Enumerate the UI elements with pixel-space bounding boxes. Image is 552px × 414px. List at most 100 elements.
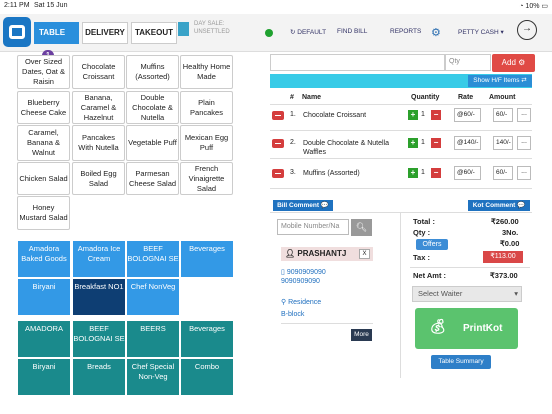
menu-item[interactable]: Double Chocolate & Nutella [126,91,179,124]
tab-takeout[interactable]: TAKEOUT [131,22,177,44]
minus-icon[interactable]: − [431,168,441,178]
row-number: 3. [290,169,296,176]
category-item[interactable]: Breads [72,358,126,396]
bill-comment-label: Bill Comment [277,202,319,209]
logout-icon[interactable]: → [517,20,537,40]
category-item[interactable]: AMADORA [17,320,71,358]
add-button[interactable]: Add ⚙ [492,54,535,72]
app-logo-icon[interactable] [3,17,31,47]
tax-label: Tax : [413,253,430,262]
tab-table[interactable]: TABLE1 [34,22,79,61]
delete-row-button[interactable] [272,169,284,178]
row-qty: 1 [421,169,425,176]
category-item[interactable]: Combo [180,358,234,396]
row-options-button[interactable]: ... [517,108,531,122]
subcategory-item[interactable]: BEEF BOLOGNAI SE [126,240,180,278]
printkot-button[interactable]: 💰︎ PrintKot [415,308,518,349]
mobile-input[interactable]: Mobile Number/Na [277,219,349,235]
row-item-name: Chocolate Croissant [303,112,367,119]
menu-item[interactable]: Honey Mustard Salad [17,196,70,230]
menu-item[interactable]: Over Sized Dates, Oat & Raisin [17,55,70,89]
category-item[interactable]: BEERS [126,320,180,358]
menu-item[interactable]: Boiled Egg Salad [72,162,125,195]
category-item[interactable]: Chef Special Non-Veg [126,358,180,396]
address-type: ⚲ Residence [281,298,321,306]
qty-input[interactable]: Qty [445,54,491,71]
subcategory-item[interactable]: Beverages [180,240,234,278]
category-item[interactable]: Beverages [180,320,234,358]
row-amount: 140/- [493,136,513,150]
status-time: 2:11 PM [4,2,30,9]
row-amount: 60/- [493,108,513,122]
show-hf-items-button[interactable]: Show H/F Items ⇄ [468,75,532,87]
subcategory-item[interactable]: Chef NonVeg [126,278,180,316]
add-button-label: Add [501,58,516,67]
col-amount: Amount [489,94,516,101]
row-amount: 60/- [493,166,513,180]
menu-item[interactable]: Healthy Home Made [180,55,233,89]
menu-item[interactable]: Vegetable Puff [126,125,179,161]
find-bill-link[interactable]: FIND BILL [337,28,367,35]
menu-item[interactable]: Caramel, Banana & Walnut [17,125,70,161]
subcategory-item[interactable]: Amadora Ice Cream [72,240,126,278]
offers-button[interactable]: Offers [416,239,448,250]
customer-name: PRASHANTJ [297,249,347,258]
total-label: Total : [413,217,435,226]
item-search-input[interactable] [270,54,445,71]
menu-item[interactable]: Banana, Caramel & Hazelnut [72,91,125,124]
petty-cash-dropdown[interactable]: PETTY CASH ▾ [458,28,504,36]
tab-delivery[interactable]: DELIVERY [82,22,128,44]
tax-value[interactable]: ₹113.00 [483,251,523,263]
menu-item[interactable]: Chocolate Croissant [72,55,125,89]
offers-value: ₹0.00 [500,239,520,248]
waiter-placeholder: Select Waiter [418,289,463,298]
menu-item[interactable]: Blueberry Cheese Cake [17,91,70,124]
bill-comment-button[interactable]: Bill Comment 💬 [273,200,333,211]
minus-icon[interactable]: − [431,110,441,120]
row-number: 2. [290,139,296,146]
gear-icon: ⚙ [518,58,526,67]
subcategory-item[interactable]: Breakfast NO1 [72,278,126,316]
more-button[interactable]: More [351,329,372,341]
default-link[interactable]: ↻ DEFAULT [290,28,326,36]
menu-item[interactable]: Mexican Egg Puff [180,125,233,161]
minus-icon[interactable]: − [431,138,441,148]
show-hf-label: Show H/F Items [473,77,520,84]
remove-customer-button[interactable]: X [359,249,370,259]
gear-icon[interactable]: ⚙ [431,26,441,39]
reports-link[interactable]: REPORTS [390,28,421,35]
phone-1: 9090909090 [286,269,326,276]
row-options-button[interactable]: ... [517,136,531,150]
row-qty: 1 [421,139,425,146]
subcategory-item[interactable]: Biryani [17,278,71,316]
divider [281,323,373,324]
col-rate: Rate [458,94,474,101]
table-summary-button[interactable]: Table Summary [431,355,491,369]
delete-row-button[interactable] [272,139,284,148]
menu-item[interactable]: Muffins (Assorted) [126,55,179,89]
subcategory-item[interactable]: Amadora Baked Goods [17,240,71,278]
money-bag-icon: 💰︎ [429,318,447,334]
location-icon: ⚲ [281,299,287,306]
row-item-name: Double Chocolate & Nutella Waffles [303,140,389,156]
row-options-button[interactable]: ... [517,166,531,180]
day-sale-status: UNSETTLED [194,29,230,35]
menu-item[interactable]: Pancakes With Nutella [72,125,125,161]
menu-item[interactable]: French Vinaigrette Salad [180,162,233,195]
menu-item[interactable]: Plain Pancakes [180,91,233,124]
kot-comment-button[interactable]: Kot Comment 💬 [468,200,530,211]
col-quantity: Quantity [411,94,440,101]
search-icon[interactable]: 🔍︎ [351,219,372,236]
row-rate: @60/- [454,166,481,180]
menu-item[interactable]: Parmesan Cheese Salad [126,162,179,195]
category-item[interactable]: BEEF BOLOGNAI SE [72,320,126,358]
menu-item[interactable]: Chicken Salad [17,162,70,195]
plus-icon[interactable]: + [408,138,418,148]
category-item[interactable]: Biryani [17,358,71,396]
day-sale-icon [178,22,189,36]
plus-icon[interactable]: + [408,168,418,178]
plus-icon[interactable]: + [408,110,418,120]
default-link-label: DEFAULT [297,29,327,36]
select-waiter-dropdown[interactable]: Select Waiter ▾ [412,286,522,302]
delete-row-button[interactable] [272,111,284,120]
